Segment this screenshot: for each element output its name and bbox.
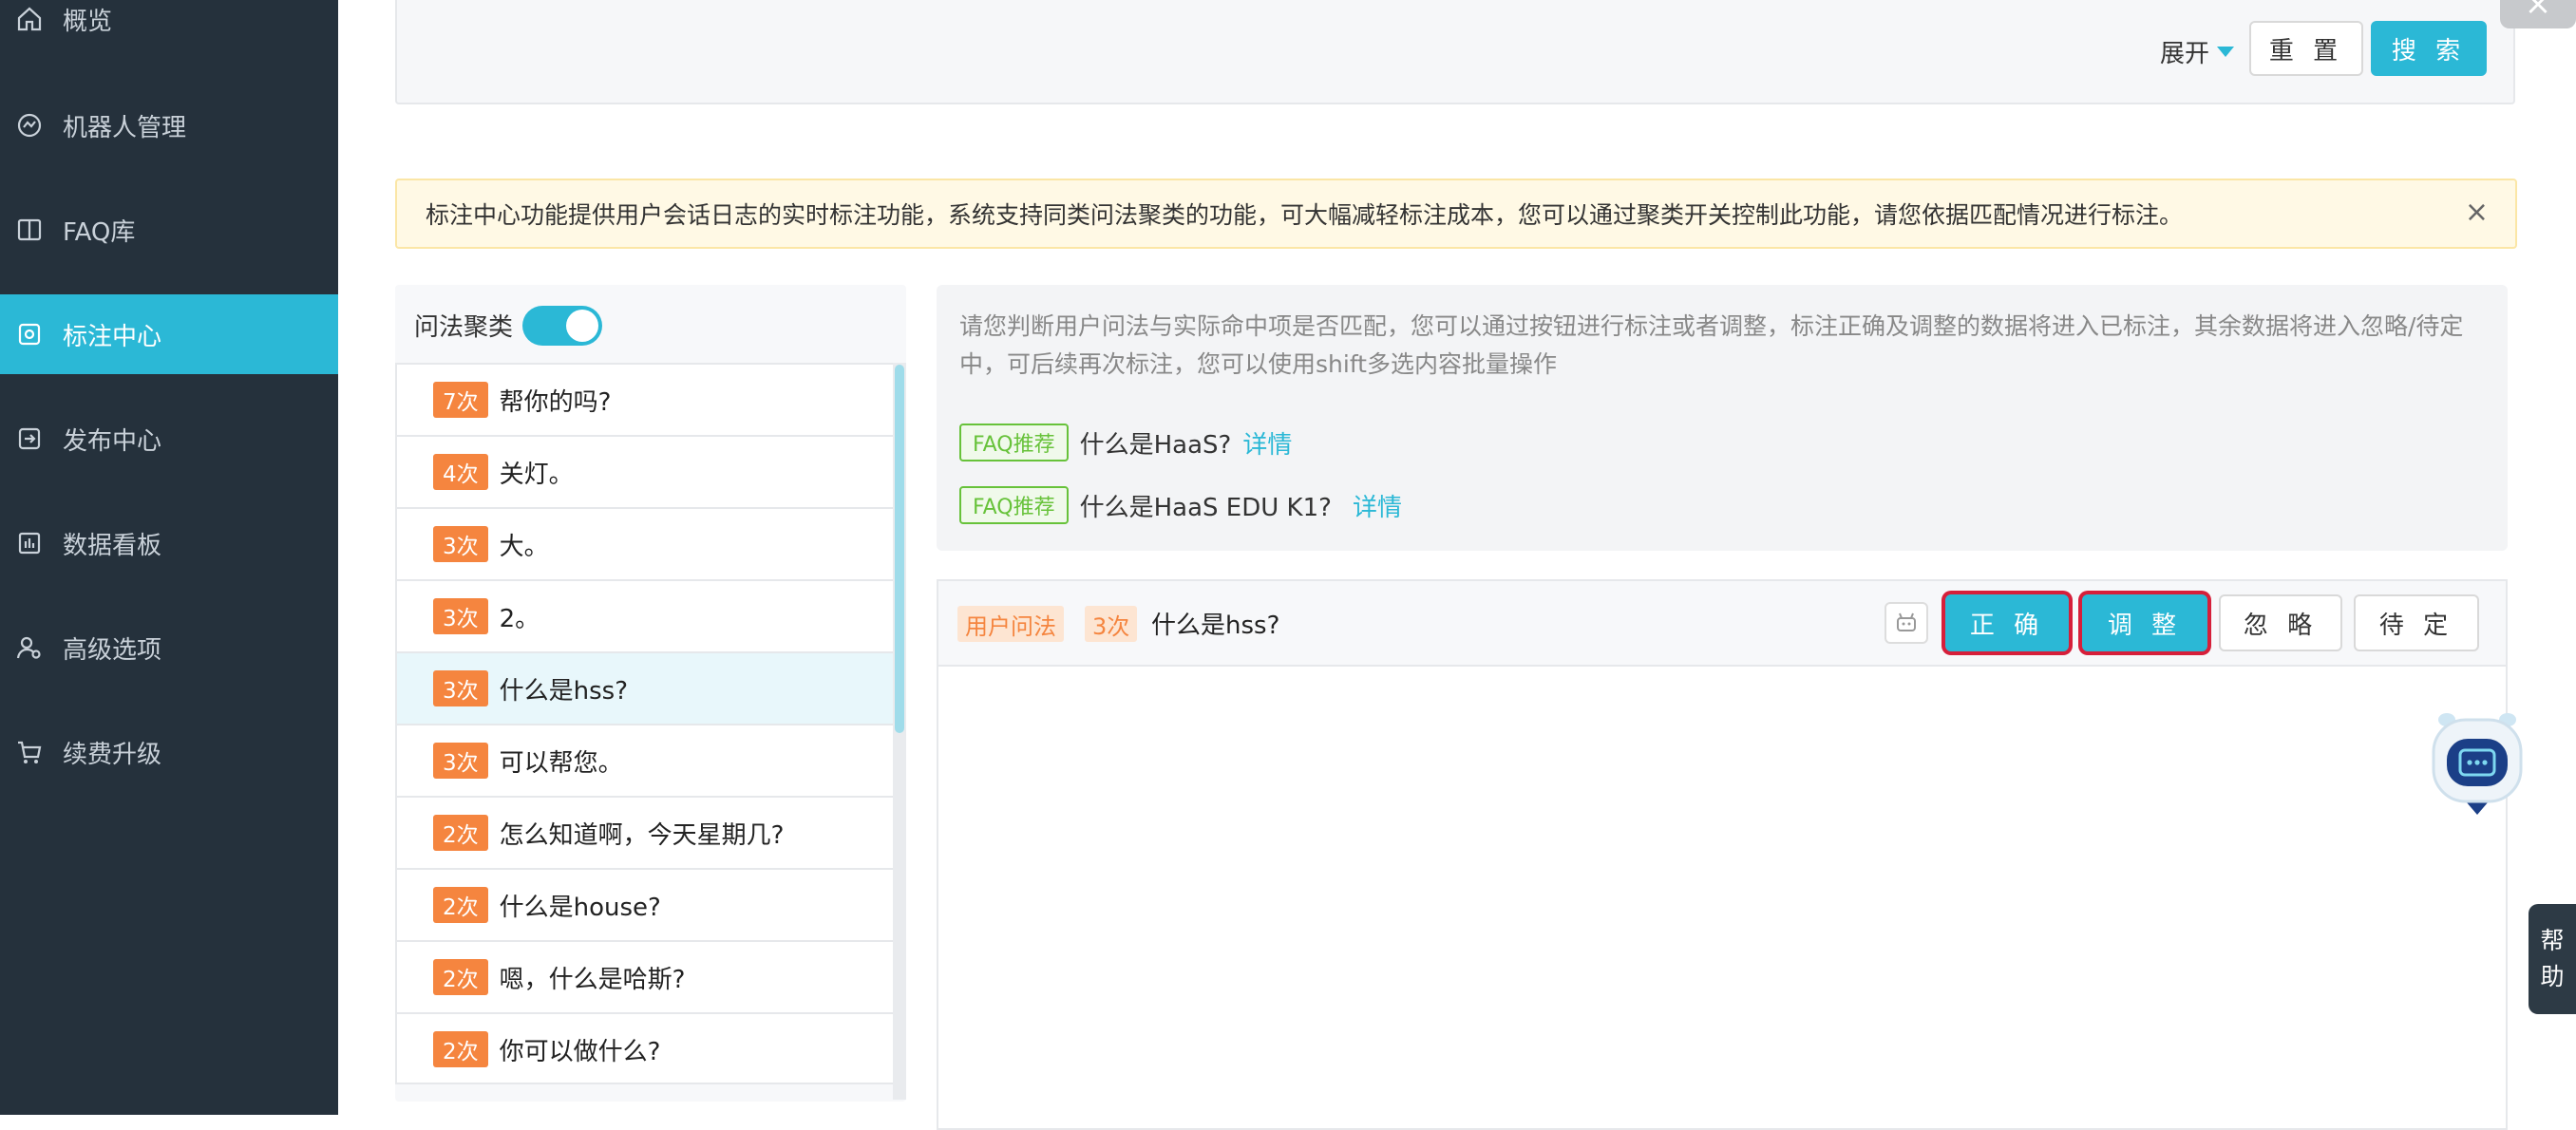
sidebar-item-label: 标注中心 [63, 322, 162, 351]
list-item[interactable]: 2次 什么是house? [397, 870, 893, 942]
question-card: 用户问法 3次 什么是hss? [937, 579, 2508, 1130]
list-item-text: 嗯，什么是哈斯? [499, 965, 686, 994]
robot-icon[interactable] [1885, 602, 1928, 644]
list-item[interactable]: 3次 2。 [397, 581, 893, 653]
sidebar-item-faq[interactable]: FAQ库 [0, 190, 338, 270]
notice-close-icon[interactable]: × [2465, 196, 2489, 229]
ignore-button[interactable]: 忽 略 [2219, 594, 2342, 651]
hint-panel: 请您判断用户问法与实际命中项是否匹配，您可以通过按钮进行标注或者调整，标注正确及… [937, 285, 2508, 551]
list-item-text: 什么是house? [499, 893, 661, 922]
detail-link[interactable]: 详情 [1242, 425, 1292, 461]
hint-text: 请您判断用户问法与实际命中项是否匹配，您可以通过按钮进行标注或者调整，标注正确及… [959, 312, 2464, 378]
faq-tag: FAQ推荐 [959, 424, 1069, 461]
book-icon [13, 214, 46, 246]
reset-button[interactable]: 重 置 [2249, 21, 2363, 76]
count-badge: 7次 [433, 382, 488, 418]
count-badge: 3次 [433, 526, 488, 562]
expand-toggle[interactable]: 展开 [2160, 34, 2235, 69]
user-query-tag: 用户问法 [957, 606, 1064, 642]
list-item-text: 帮你的吗? [499, 387, 612, 417]
publish-icon [13, 423, 46, 455]
count-badge: 2次 [433, 959, 488, 995]
count-badge: 2次 [433, 887, 488, 923]
sidebar-item-publish-center[interactable]: 发布中心 [0, 399, 338, 479]
chatbot-assistant-icon[interactable] [2428, 710, 2527, 817]
list-item-text: 关灯。 [499, 460, 574, 489]
home-icon [13, 3, 46, 35]
notice-banner: 标注中心功能提供用户会话日志的实时标注功能，系统支持同类问法聚类的功能，可大幅减… [395, 179, 2517, 249]
dashboard-icon [13, 527, 46, 559]
robot-management-icon [13, 109, 46, 141]
list-item[interactable]: 4次 关灯。 [397, 437, 893, 509]
count-badge: 4次 [433, 454, 488, 490]
sidebar-item-label: 续费升级 [63, 740, 162, 769]
sidebar-item-overview[interactable]: 概览 [0, 0, 338, 59]
faq-recommendation: FAQ推荐 什么是HaaS? 详情 [959, 424, 1292, 461]
scrollbar-thumb[interactable] [895, 365, 904, 733]
sidebar-item-renew-upgrade[interactable]: 续费升级 [0, 712, 338, 792]
list-item[interactable]: 2次 你可以做什么? [397, 1014, 893, 1083]
sidebar-item-label: 高级选项 [63, 635, 162, 665]
question-text: 什么是hss? [1151, 612, 1280, 640]
list-item[interactable]: 2次 怎么知道啊，今天星期几? [397, 798, 893, 870]
question-list: 7次 帮你的吗? 4次 关灯。 3次 大。 3次 2。 3次 什么是hss? 3… [395, 363, 895, 1084]
faq-question: 什么是HaaS? [1079, 430, 1232, 460]
list-item[interactable]: 3次 大。 [397, 509, 893, 581]
help-char-1: 帮 [2540, 927, 2565, 954]
count-badge: 3次 [433, 598, 488, 634]
faq-recommendation: FAQ推荐 什么是HaaS EDU K1? 详情 [959, 486, 1402, 524]
sidebar-item-label: 数据看板 [63, 531, 162, 560]
count-badge: 2次 [433, 1031, 488, 1067]
detail-link[interactable]: 详情 [1353, 488, 1402, 523]
notice-text: 标注中心功能提供用户会话日志的实时标注功能，系统支持同类问法聚类的功能，可大幅减… [426, 201, 2184, 229]
list-item-text: 2。 [499, 604, 540, 633]
caret-down-icon [2217, 47, 2235, 57]
sidebar: 概览 机器人管理 FAQ库 标注中心 发布中心 数据看板 高级选项 续费升级 [0, 0, 338, 1115]
help-char-2: 助 [2540, 963, 2565, 990]
annotation-icon [13, 318, 46, 350]
sidebar-item-label: 发布中心 [63, 426, 162, 456]
pending-button[interactable]: 待 定 [2354, 594, 2479, 651]
correct-button[interactable]: 正 确 [1945, 594, 2069, 651]
cluster-toggle[interactable] [522, 306, 602, 346]
cluster-toggle-label: 问法聚类 [414, 313, 514, 342]
list-item[interactable]: 3次 可以帮您。 [397, 725, 893, 798]
list-item[interactable]: 2次 嗯，什么是哈斯? [397, 942, 893, 1014]
list-item-text: 什么是hss? [499, 676, 629, 706]
cart-icon [13, 736, 46, 768]
list-item-selected[interactable]: 3次 什么是hss? [397, 653, 893, 725]
help-tab[interactable]: 帮 助 [2529, 904, 2576, 1014]
count-badge: 3次 [433, 670, 488, 706]
sidebar-item-annotation-center[interactable]: 标注中心 [0, 294, 338, 374]
list-item-text: 可以帮您。 [499, 748, 623, 778]
count-badge: 2次 [433, 815, 488, 851]
expand-label: 展开 [2160, 40, 2210, 68]
list-item-text: 怎么知道啊，今天星期几? [499, 820, 785, 850]
sidebar-item-label: 机器人管理 [63, 113, 187, 142]
sidebar-item-advanced-options[interactable]: 高级选项 [0, 608, 338, 687]
toggle-knob [566, 310, 598, 342]
sidebar-item-label: 概览 [63, 7, 113, 36]
faq-question: 什么是HaaS EDU K1? [1079, 493, 1332, 522]
adjust-button[interactable]: 调 整 [2082, 594, 2207, 651]
close-icon[interactable]: × [2500, 0, 2576, 28]
list-scrollbar[interactable] [893, 363, 906, 1100]
list-item[interactable]: 7次 帮你的吗? [397, 365, 893, 437]
faq-tag: FAQ推荐 [959, 486, 1069, 524]
sidebar-item-robot-management[interactable]: 机器人管理 [0, 85, 338, 165]
sidebar-item-label: FAQ库 [63, 217, 136, 247]
list-item-text: 你可以做什么? [499, 1037, 661, 1066]
count-tag: 3次 [1085, 606, 1138, 642]
sidebar-item-dashboard[interactable]: 数据看板 [0, 503, 338, 583]
count-badge: 3次 [433, 743, 488, 779]
user-settings-icon [13, 631, 46, 664]
list-item-text: 大。 [499, 532, 549, 561]
search-button[interactable]: 搜 索 [2371, 21, 2487, 76]
